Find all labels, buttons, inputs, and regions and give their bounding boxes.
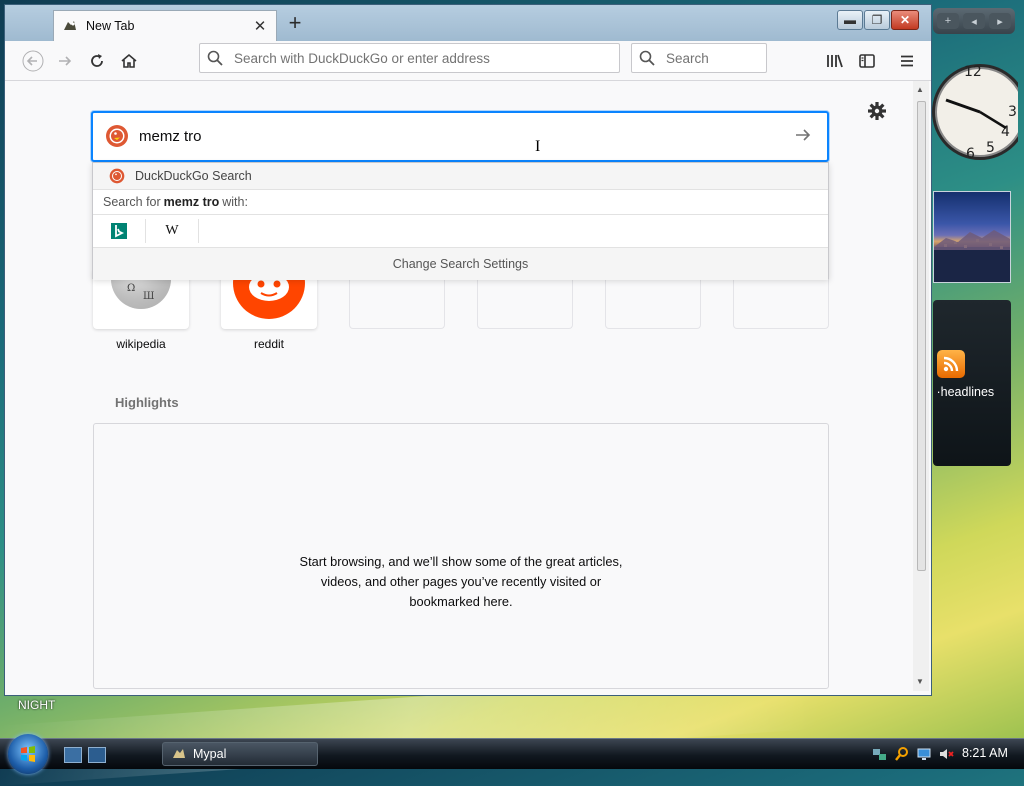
duckduckgo-icon xyxy=(109,168,125,184)
bing-icon xyxy=(111,223,127,239)
gadget-next-button[interactable]: ▸ xyxy=(989,13,1011,29)
system-tray xyxy=(872,746,954,762)
close-tab-icon[interactable]: ✕ xyxy=(252,17,268,35)
wikipedia-icon: W xyxy=(165,223,179,238)
search-tray-icon[interactable] xyxy=(894,746,910,762)
feed-headlines-gadget: ·headlines xyxy=(933,300,1011,466)
nav-toolbar xyxy=(5,41,931,81)
search-suggestions-dropdown: DuckDuckGo Search Search for memz tro wi… xyxy=(92,162,829,280)
home-button[interactable] xyxy=(117,49,141,73)
scroll-down-arrow-icon[interactable]: ▼ xyxy=(916,677,924,686)
slideshow-gadget xyxy=(933,191,1011,283)
library-icon xyxy=(827,54,843,68)
taskbar-app-label: Mypal xyxy=(193,747,227,761)
scroll-up-arrow-icon[interactable]: ▲ xyxy=(916,85,924,94)
library-button[interactable] xyxy=(823,49,847,73)
svg-text:Ш: Ш xyxy=(143,291,154,302)
back-arrow-icon xyxy=(22,50,44,72)
monitor-tray-icon[interactable] xyxy=(916,746,932,762)
sidebar-button[interactable] xyxy=(855,49,879,73)
hamburger-menu-icon xyxy=(901,55,913,67)
scrollbar-thumb[interactable] xyxy=(917,101,926,571)
search-bar[interactable] xyxy=(631,43,767,73)
gadget-toolbar: + ◂ ▸ xyxy=(933,8,1015,34)
maximize-button[interactable]: ❐ xyxy=(864,10,890,30)
volume-muted-icon[interactable] xyxy=(938,746,954,762)
clock-gadget: 12 3 4 5 6 xyxy=(932,64,1018,162)
minimize-button[interactable]: ▬ xyxy=(837,10,863,30)
clock-numeral-5: 5 xyxy=(986,140,995,156)
url-bar[interactable] xyxy=(199,43,620,73)
forward-arrow-icon xyxy=(59,56,72,66)
highlights-heading: Highlights xyxy=(115,395,179,410)
start-button[interactable] xyxy=(8,734,48,774)
taskbar: Mypal 8:21 AM xyxy=(0,734,1024,774)
gear-icon[interactable] xyxy=(867,101,887,121)
gadget-prev-button[interactable]: ◂ xyxy=(963,13,985,29)
tab-new-tab[interactable]: New Tab ✕ xyxy=(53,10,277,41)
svg-text:Ω: Ω xyxy=(127,283,135,294)
desktop-night-label: NIGHT xyxy=(18,698,56,712)
new-tab-page: Ω Ш wikipedia reddit Highlights Start br… xyxy=(5,81,913,691)
search-icon xyxy=(639,50,655,66)
reload-button[interactable] xyxy=(85,49,109,73)
clock-numeral-3: 3 xyxy=(1008,104,1017,120)
switch-windows-icon[interactable] xyxy=(88,747,106,763)
newtab-search-box[interactable]: memz tro xyxy=(91,111,829,162)
wikipedia-engine-button[interactable]: W xyxy=(146,219,199,243)
highlights-empty-state: Start browsing, and we’ll show some of t… xyxy=(93,423,829,689)
clock-numeral-12: 12 xyxy=(964,64,982,80)
search-query-text[interactable]: memz tro xyxy=(139,128,202,145)
url-input[interactable] xyxy=(232,49,619,67)
top-site-label: reddit xyxy=(253,337,285,351)
change-search-settings-button[interactable]: Change Search Settings xyxy=(93,248,828,280)
text-cursor-icon: I xyxy=(535,138,541,155)
duckduckgo-icon xyxy=(106,125,128,147)
engine-suggestion-label: DuckDuckGo Search xyxy=(135,169,252,183)
search-for-header: Search for memz tro with: xyxy=(93,190,828,215)
one-off-engines: W xyxy=(93,215,828,248)
sidebar-icon xyxy=(859,54,875,68)
taskbar-app-mypal[interactable]: Mypal xyxy=(162,742,318,766)
window-controls: ▬ ❐ ✕ xyxy=(837,10,919,30)
top-site-label: wikipedia xyxy=(116,337,166,351)
highlights-empty-message: Start browsing, and we’ll show some of t… xyxy=(299,554,623,609)
window-close-button[interactable]: ✕ xyxy=(891,10,919,30)
engine-suggestion-row[interactable]: DuckDuckGo Search xyxy=(93,163,828,190)
rss-icon xyxy=(937,350,965,378)
back-button[interactable] xyxy=(21,49,45,73)
feed-headline-text: ·headlines xyxy=(933,385,995,399)
menu-button[interactable] xyxy=(895,49,919,73)
windows-logo-icon xyxy=(21,746,35,762)
mypal-app-icon xyxy=(173,749,185,758)
vertical-scrollbar[interactable]: ▲ ▼ xyxy=(913,81,929,691)
add-gadget-button[interactable]: + xyxy=(937,13,959,29)
network-icon[interactable] xyxy=(872,746,888,762)
search-input[interactable] xyxy=(664,49,766,67)
show-desktop-icon[interactable] xyxy=(64,747,82,763)
mypal-favicon-icon xyxy=(62,18,78,34)
go-arrow-icon[interactable] xyxy=(793,125,813,145)
tab-title: New Tab xyxy=(86,19,135,33)
clock-numeral-6: 6 xyxy=(966,146,975,162)
reload-icon xyxy=(91,54,103,67)
taskbar-clock[interactable]: 8:21 AM xyxy=(962,746,1008,760)
home-icon xyxy=(121,53,137,68)
browser-window: New Tab ✕ + ▬ ❐ ✕ Search with DuckDuckGo… xyxy=(4,4,932,696)
forward-button[interactable] xyxy=(53,49,77,73)
search-icon xyxy=(207,50,223,66)
title-bar: New Tab ✕ + ▬ ❐ ✕ xyxy=(5,5,931,41)
new-tab-button[interactable]: + xyxy=(283,12,307,36)
bing-engine-button[interactable] xyxy=(93,219,146,243)
